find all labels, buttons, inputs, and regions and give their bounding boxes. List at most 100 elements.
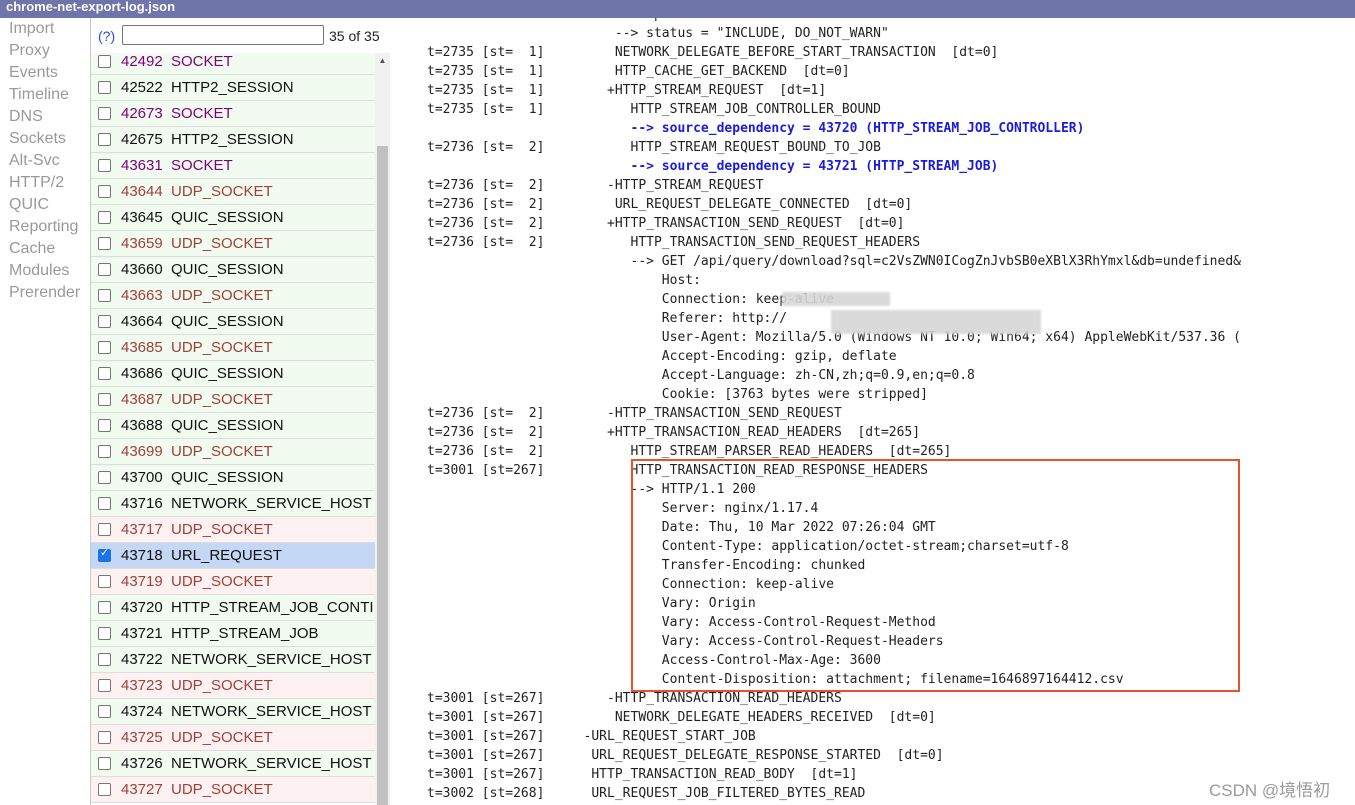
nav-item-http-2[interactable]: HTTP/2 [0,172,90,194]
event-row[interactable]: ✓ 43718 URL_REQUEST [91,543,375,569]
window-title: chrome-net-export-log.json [0,0,1355,18]
event-row[interactable]: 43724 NETWORK_SERVICE_HOST [91,699,375,725]
event-row[interactable]: 42675 HTTP2_SESSION [91,127,375,153]
nav-item-timeline[interactable]: Timeline [0,84,90,106]
nav-item-reporting[interactable]: Reporting [0,216,90,238]
event-row[interactable]: 43717 UDP_SOCKET [91,517,375,543]
event-row[interactable]: 43659 UDP_SOCKET [91,231,375,257]
checkbox[interactable] [98,263,111,276]
log-line: --> status = "INCLUDE, DO_NOT_WARN" [427,26,889,41]
event-row[interactable]: 43631 SOCKET [91,153,375,179]
log-line-dependency[interactable]: --> source_dependency = 43720 (HTTP_STRE… [427,119,1241,138]
checkbox[interactable] [98,393,111,406]
filter-help-link[interactable]: (?) [98,28,115,44]
checkbox[interactable] [98,81,111,94]
checkbox[interactable] [98,237,111,250]
event-row[interactable]: 43722 NETWORK_SERVICE_HOST [91,647,375,673]
scrollbar-thumb[interactable] [377,146,388,805]
log-line: Accept-Language: zh-CN,zh;q=0.9,en;q=0.8 [427,368,975,383]
nav-item-prerender[interactable]: Prerender [0,282,90,304]
nav-item-dns[interactable]: DNS [0,106,90,128]
log-line-dependency[interactable]: --> source_dependency = 43721 (HTTP_STRE… [427,157,1241,176]
event-row[interactable]: 43725 UDP_SOCKET [91,725,375,751]
event-row[interactable]: 43644 UDP_SOCKET [91,179,375,205]
checkbox[interactable] [98,523,111,536]
event-type: NETWORK_SERVICE_HOST [171,755,372,772]
checkbox[interactable] [98,679,111,692]
event-id: 43724 [121,703,163,720]
event-row[interactable]: 42522 HTTP2_SESSION [91,75,375,101]
checkbox[interactable] [98,601,111,614]
left-nav: Import Proxy Events Timeline DNS Sockets Alt-S… [0,18,90,805]
event-row[interactable]: 43719 UDP_SOCKET [91,569,375,595]
event-type: UDP_SOCKET [171,287,273,304]
nav-item-import[interactable]: Import [0,18,90,40]
event-row[interactable]: 43660 QUIC_SESSION [91,257,375,283]
checkbox[interactable] [98,367,111,380]
nav-item-sockets[interactable]: Sockets [0,128,90,150]
checkbox[interactable] [98,783,111,796]
event-row[interactable]: 43716 NETWORK_SERVICE_HOST [91,491,375,517]
checkbox[interactable] [98,185,111,198]
checkbox[interactable] [98,445,111,458]
event-row[interactable]: 43723 UDP_SOCKET [91,673,375,699]
nav-item-alt-svc[interactable]: Alt-Svc [0,150,90,172]
event-row[interactable]: 43699 UDP_SOCKET [91,439,375,465]
event-row[interactable]: 42673 SOCKET [91,101,375,127]
event-row[interactable]: 43645 QUIC_SESSION [91,205,375,231]
event-row[interactable]: 43687 UDP_SOCKET [91,387,375,413]
checkbox[interactable] [98,731,111,744]
event-row[interactable]: 43720 HTTP_STREAM_JOB_CONTI [91,595,375,621]
event-type: UDP_SOCKET [171,677,273,694]
scroll-up-arrow-icon[interactable]: ▲ [375,53,390,68]
filter-input[interactable] [122,25,324,45]
event-row[interactable]: 43663 UDP_SOCKET [91,283,375,309]
redacted-referer [831,310,1041,334]
checkbox[interactable] [98,315,111,328]
event-row[interactable]: 43688 QUIC_SESSION [91,413,375,439]
event-id: 43686 [121,365,163,382]
event-id: 43716 [121,495,163,512]
checkbox[interactable] [98,159,111,172]
event-type: UDP_SOCKET [171,781,273,798]
checkbox[interactable] [98,705,111,718]
checkbox-checked[interactable]: ✓ [98,546,111,562]
event-details-panel: --> operation = "send" --> status = "INC… [391,18,1355,805]
checkbox[interactable] [98,133,111,146]
event-id: 43664 [121,313,163,330]
log-line: t=2735 [st= 1] HTTP_STREAM_JOB_CONTROLLE… [427,102,881,117]
log-line: Cookie: [3763 bytes were stripped] [427,387,928,402]
checkbox[interactable] [98,627,111,640]
nav-item-modules[interactable]: Modules [0,260,90,282]
event-list: 42492 SOCKET 42522 HTTP2_SESSION 42673 SOCKET… [91,53,375,805]
log-line: t=2735 [st= 1] NETWORK_DELEGATE_BEFORE_S… [427,45,999,60]
nav-item-events[interactable]: Events [0,62,90,84]
nav-item-proxy[interactable]: Proxy [0,40,90,62]
event-row[interactable]: 42492 SOCKET [91,53,375,75]
log-line: t=2736 [st= 2] -HTTP_TRANSACTION_SEND_RE… [427,406,842,421]
checkbox[interactable] [98,419,111,432]
checkbox[interactable] [98,289,111,302]
log-line: Vary: Access-Control-Request-Method [427,615,936,630]
checkbox[interactable] [98,497,111,510]
event-row[interactable]: 43664 QUIC_SESSION [91,309,375,335]
event-row[interactable]: 43727 UDP_SOCKET [91,777,375,803]
checkbox[interactable] [98,575,111,588]
event-row[interactable]: 43726 NETWORK_SERVICE_HOST [91,751,375,777]
event-row[interactable]: 43721 HTTP_STREAM_JOB [91,621,375,647]
nav-item-quic[interactable]: QUIC [0,194,90,216]
checkbox[interactable] [98,341,111,354]
log-line: --> HTTP/1.1 200 [427,482,756,497]
checkbox[interactable] [98,107,111,120]
checkbox[interactable] [98,211,111,224]
nav-item-cache[interactable]: Cache [0,238,90,260]
checkbox[interactable] [98,653,111,666]
log-line: Date: Thu, 10 Mar 2022 07:26:04 GMT [427,520,936,535]
event-row[interactable]: 43685 UDP_SOCKET [91,335,375,361]
checkbox[interactable] [98,55,111,68]
event-list-scrollbar[interactable]: ▲ [375,53,390,805]
checkbox[interactable] [98,471,111,484]
event-row[interactable]: 43700 QUIC_SESSION [91,465,375,491]
event-row[interactable]: 43686 QUIC_SESSION [91,361,375,387]
checkbox[interactable] [98,757,111,770]
